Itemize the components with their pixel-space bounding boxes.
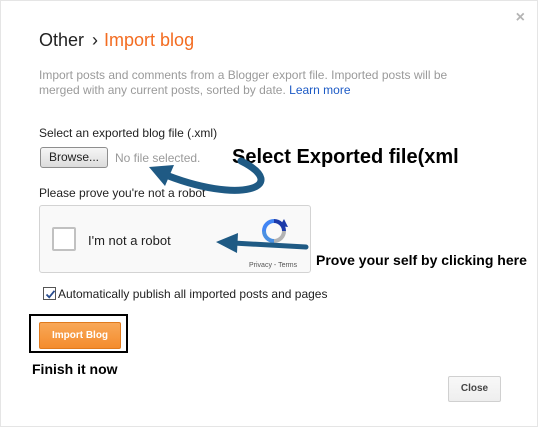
privacy-link[interactable]: Privacy <box>249 262 272 269</box>
annotation-prove-yourself: Prove your self by clicking here <box>316 252 527 268</box>
recaptcha-label: I'm not a robot <box>88 233 171 248</box>
recaptcha-logo-icon <box>262 219 288 243</box>
learn-more-link[interactable]: Learn more <box>289 83 350 97</box>
annotation-finish: Finish it now <box>32 361 118 377</box>
recaptcha-widget: I'm not a robot Privacy - Terms <box>39 205 311 273</box>
no-file-selected-text: No file selected. <box>115 151 201 165</box>
prove-not-robot-label: Please prove you're not a robot <box>39 186 206 200</box>
auto-publish-checkbox[interactable] <box>43 287 56 300</box>
arrow-to-browse-head <box>149 165 174 186</box>
import-description: Import posts and comments from a Blogger… <box>39 68 479 98</box>
import-blog-dialog: × Other › Import blog Import posts and com… <box>0 0 538 427</box>
recaptcha-link-separator: - <box>273 262 277 269</box>
close-icon[interactable]: × <box>516 10 525 26</box>
description-text: Import posts and comments from a Blogger… <box>39 68 448 97</box>
recaptcha-links: Privacy - Terms <box>249 262 297 269</box>
import-blog-button[interactable]: Import Blog <box>39 322 121 349</box>
annotation-select-file: Select Exported file(xml <box>232 146 459 168</box>
terms-link[interactable]: Terms <box>278 262 297 269</box>
select-file-label: Select an exported blog file (.xml) <box>39 126 218 140</box>
breadcrumb-separator: › <box>92 30 99 50</box>
browse-button[interactable]: Browse... <box>40 147 108 168</box>
breadcrumb-parent[interactable]: Other <box>39 30 84 50</box>
auto-publish-label: Automatically publish all imported posts… <box>58 287 328 301</box>
auto-publish-option[interactable]: Automatically publish all imported posts… <box>43 287 327 301</box>
page-title: Import blog <box>104 30 195 50</box>
checkmark-icon <box>45 290 56 299</box>
breadcrumb: Other › Import blog <box>39 29 194 51</box>
recaptcha-checkbox[interactable] <box>52 227 76 251</box>
close-button[interactable]: Close <box>448 376 501 402</box>
